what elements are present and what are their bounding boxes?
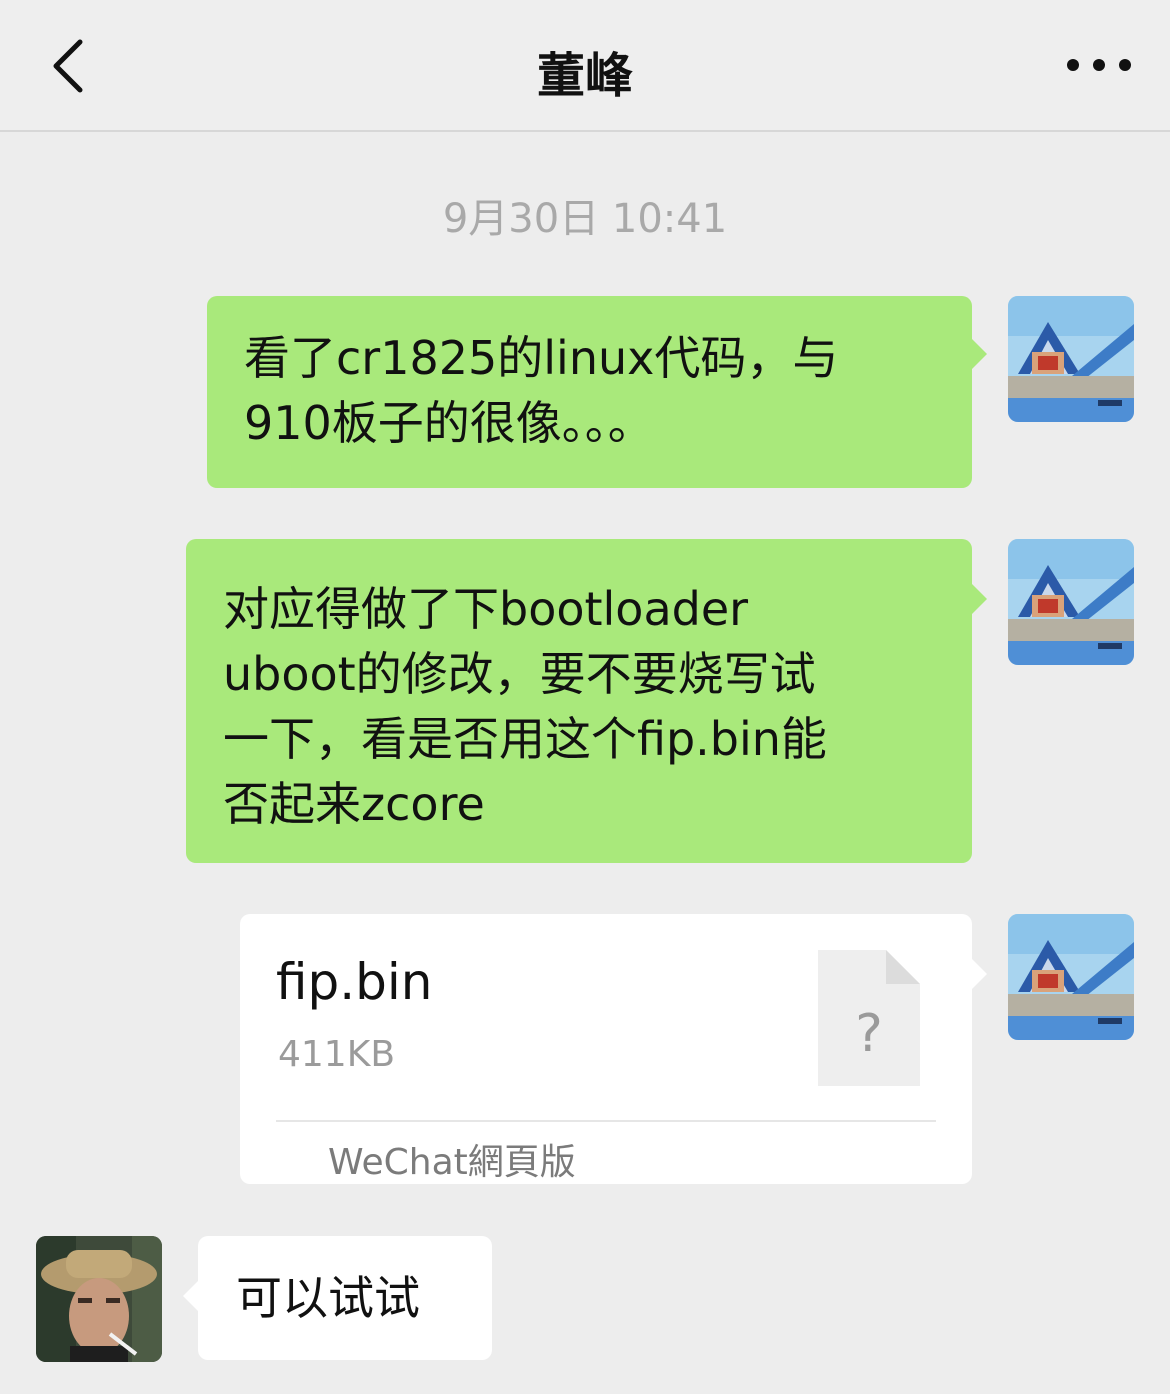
message-text-line: 910板子的很像。。。 bbox=[244, 396, 654, 450]
more-options-button[interactable] bbox=[1064, 40, 1134, 90]
message-text-line: 对应得做了下bootloader bbox=[223, 582, 749, 636]
divider bbox=[276, 1120, 936, 1122]
file-message-card[interactable]: fip.bin 411KB ? WeChat網頁版 bbox=[240, 914, 987, 1184]
message-timestamp: 9月30日 10:41 bbox=[442, 196, 728, 242]
message-text-line: 一下，看是否用这个fip.bin能 bbox=[223, 712, 827, 766]
message-bubble[interactable]: 看了cr1825的linux代码，与 910板子的很像。。。 bbox=[207, 296, 987, 488]
file-size: 411KB bbox=[278, 1034, 396, 1075]
message-text-line: uboot的修改，要不要烧写试 bbox=[223, 647, 816, 701]
message-text-line: 可以试试 bbox=[236, 1271, 420, 1325]
peer-avatar[interactable] bbox=[36, 1236, 162, 1362]
file-name: fip.bin bbox=[276, 953, 433, 1011]
message-text-line: 看了cr1825的linux代码，与 bbox=[244, 331, 839, 385]
my-avatar[interactable] bbox=[1008, 296, 1134, 422]
my-avatar[interactable] bbox=[1008, 914, 1134, 1040]
nav-bar: 董峰 bbox=[0, 0, 1170, 132]
file-source-label: WeChat網頁版 bbox=[328, 1142, 576, 1183]
unknown-file-icon: ? bbox=[818, 950, 920, 1086]
more-horizontal-icon bbox=[1067, 59, 1131, 71]
message-text-line: 否起来zcore bbox=[223, 777, 485, 831]
my-avatar[interactable] bbox=[1008, 539, 1134, 665]
message-bubble[interactable]: 对应得做了下bootloader uboot的修改，要不要烧写试 一下，看是否用… bbox=[186, 539, 987, 863]
chat-title: 董峰 bbox=[536, 48, 633, 104]
message-bubble[interactable]: 可以试试 bbox=[183, 1236, 492, 1360]
file-icon-glyph: ? bbox=[855, 1004, 883, 1064]
